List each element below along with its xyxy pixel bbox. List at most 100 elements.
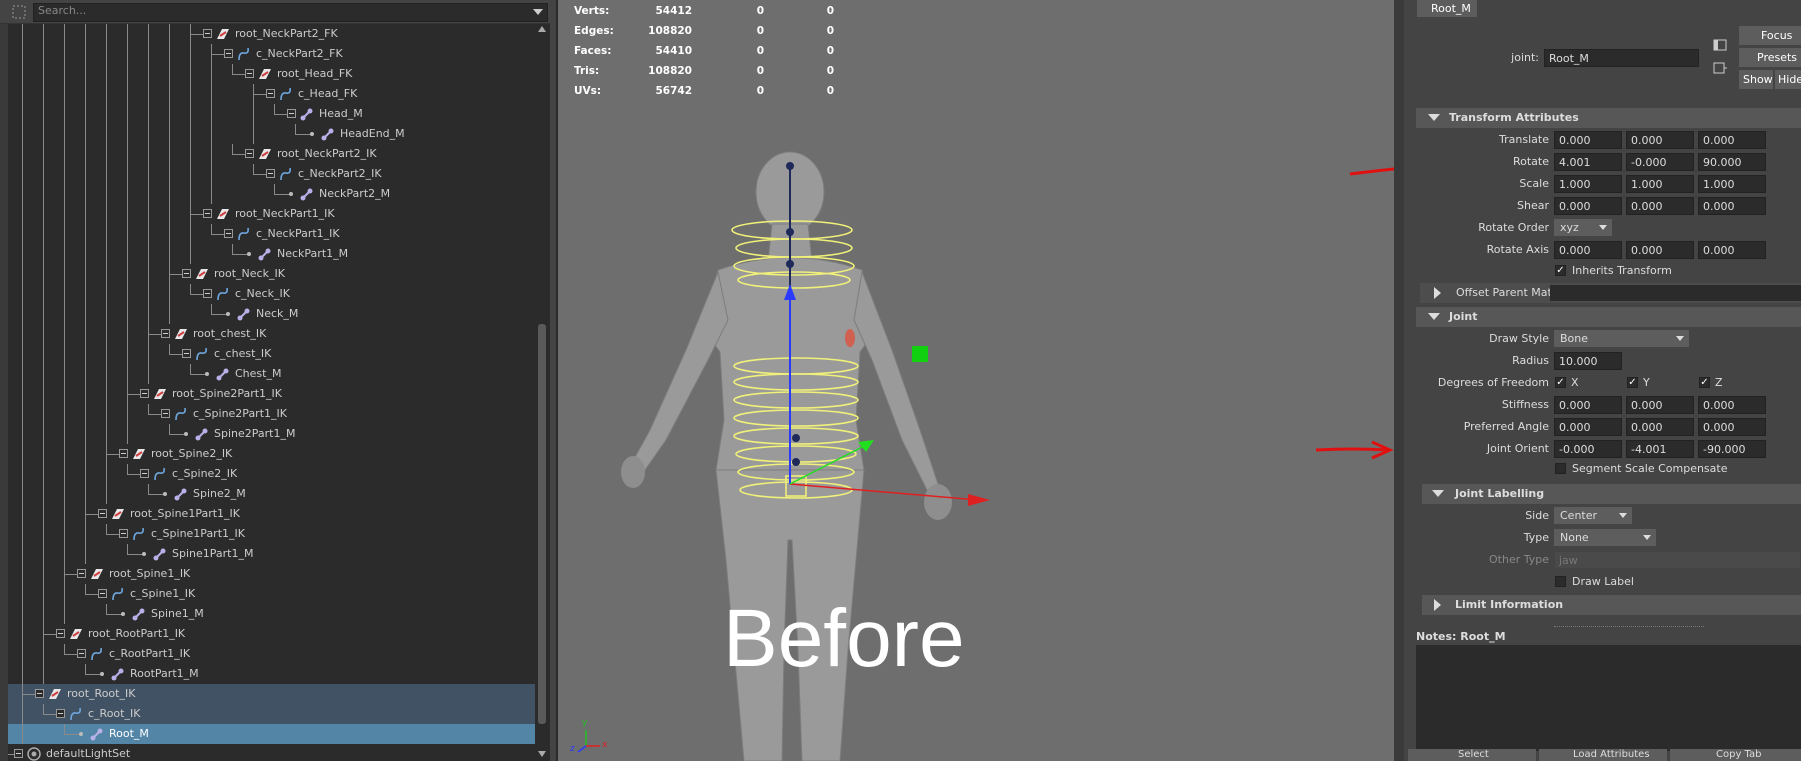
outliner-row[interactable]: Spine1Part1_M bbox=[8, 544, 535, 564]
outliner-row[interactable]: c_Neck_IK bbox=[8, 284, 535, 304]
filter-icon[interactable] bbox=[12, 5, 26, 19]
collapse-toggle-icon[interactable] bbox=[182, 269, 191, 278]
rotate-axis-x-field[interactable]: 0.000 bbox=[1554, 241, 1622, 259]
output-connection-icon[interactable] bbox=[1712, 61, 1728, 75]
preferred-angle-y-field[interactable]: 0.000 bbox=[1626, 418, 1694, 436]
outliner-row[interactable]: root_Spine1_IK bbox=[8, 564, 535, 584]
outliner-row[interactable]: Neck_M bbox=[8, 304, 535, 324]
stiffness-y-field[interactable]: 0.000 bbox=[1626, 396, 1694, 414]
section-transform-attributes[interactable]: Transform Attributes bbox=[1416, 108, 1801, 128]
joint-orient-z-field[interactable]: -90.000 bbox=[1698, 440, 1766, 458]
notes-textarea[interactable] bbox=[1416, 645, 1801, 751]
rotate-y-field[interactable]: -0.000 bbox=[1626, 153, 1694, 171]
search-input[interactable]: Search... bbox=[33, 3, 548, 22]
collapse-toggle-icon[interactable] bbox=[56, 629, 65, 638]
presets-button[interactable]: Presets bbox=[1739, 48, 1801, 67]
outliner-row[interactable]: Spine2_M bbox=[8, 484, 535, 504]
node-name-field[interactable]: Root_M bbox=[1544, 49, 1699, 67]
outliner-row[interactable]: root_Spine2_IK bbox=[8, 444, 535, 464]
outliner-row[interactable]: Spine2Part1_M bbox=[8, 424, 535, 444]
collapse-toggle-icon[interactable] bbox=[77, 569, 86, 578]
collapse-toggle-icon[interactable] bbox=[56, 709, 65, 718]
shear-z-field[interactable]: 0.000 bbox=[1698, 197, 1766, 215]
segment-scale-checkbox[interactable] bbox=[1555, 463, 1566, 474]
section-joint[interactable]: Joint bbox=[1416, 307, 1801, 327]
copy-tab-button[interactable]: Copy Tab bbox=[1670, 749, 1801, 761]
outliner-row[interactable]: root_NeckPart2_FK bbox=[8, 24, 535, 44]
outliner-row[interactable]: Root_M bbox=[8, 724, 535, 744]
collapse-toggle-icon[interactable] bbox=[203, 29, 212, 38]
collapse-toggle-icon[interactable] bbox=[140, 469, 149, 478]
outliner-row[interactable]: c_NeckPart1_IK bbox=[8, 224, 535, 244]
outliner-row[interactable]: Head_M bbox=[8, 104, 535, 124]
side-dropdown[interactable]: Center bbox=[1554, 507, 1632, 524]
inherits-transform-checkbox[interactable]: ✓ bbox=[1555, 265, 1566, 276]
rotate-axis-z-field[interactable]: 0.000 bbox=[1698, 241, 1766, 259]
show-button[interactable]: Show bbox=[1739, 70, 1773, 89]
radius-field[interactable]: 10.000 bbox=[1554, 352, 1622, 370]
outliner-row[interactable]: defaultLightSet bbox=[8, 744, 535, 761]
hide-button[interactable]: Hide bbox=[1775, 70, 1801, 89]
translate-y-field[interactable]: 0.000 bbox=[1626, 131, 1694, 149]
shear-y-field[interactable]: 0.000 bbox=[1626, 197, 1694, 215]
scroll-down-icon[interactable] bbox=[538, 751, 546, 757]
outliner-row[interactable]: root_RootPart1_IK bbox=[8, 624, 535, 644]
collapse-toggle-icon[interactable] bbox=[77, 649, 86, 658]
collapse-toggle-icon[interactable] bbox=[224, 229, 233, 238]
rotate-x-field[interactable]: 4.001 bbox=[1554, 153, 1622, 171]
outliner-row[interactable]: c_NeckPart2_IK bbox=[8, 164, 535, 184]
dof-z-checkbox[interactable]: ✓ bbox=[1699, 377, 1710, 388]
collapse-toggle-icon[interactable] bbox=[203, 209, 212, 218]
collapse-toggle-icon[interactable] bbox=[287, 109, 296, 118]
translate-x-field[interactable]: 0.000 bbox=[1554, 131, 1622, 149]
stiffness-x-field[interactable]: 0.000 bbox=[1554, 396, 1622, 414]
preferred-angle-x-field[interactable]: 0.000 bbox=[1554, 418, 1622, 436]
scale-x-field[interactable]: 1.000 bbox=[1554, 175, 1622, 193]
collapse-toggle-icon[interactable] bbox=[245, 69, 254, 78]
outliner-row[interactable]: c_Head_FK bbox=[8, 84, 535, 104]
shear-x-field[interactable]: 0.000 bbox=[1554, 197, 1622, 215]
rotate-order-dropdown[interactable]: xyz bbox=[1554, 219, 1612, 236]
outliner-row[interactable]: root_chest_IK bbox=[8, 324, 535, 344]
collapse-toggle-icon[interactable] bbox=[161, 329, 170, 338]
joint-orient-x-field[interactable]: -0.000 bbox=[1554, 440, 1622, 458]
outliner-row[interactable]: root_Root_IK bbox=[8, 684, 535, 704]
collapse-toggle-icon[interactable] bbox=[161, 409, 170, 418]
outliner-row[interactable]: NeckPart1_M bbox=[8, 244, 535, 264]
select-button[interactable]: Select bbox=[1408, 749, 1536, 761]
section-limit-information[interactable]: Limit Information bbox=[1422, 595, 1801, 615]
scrollbar-thumb[interactable] bbox=[538, 324, 546, 724]
collapse-toggle-icon[interactable] bbox=[119, 529, 128, 538]
collapse-toggle-icon[interactable] bbox=[203, 289, 212, 298]
focus-node-icon[interactable] bbox=[1712, 38, 1728, 52]
outliner-row[interactable]: c_Root_IK bbox=[8, 704, 535, 724]
collapse-toggle-icon[interactable] bbox=[98, 509, 107, 518]
collapse-toggle-icon[interactable] bbox=[182, 349, 191, 358]
viewport-panel[interactable]: Verts: 54412 0 0 Edges: 108820 0 0 Faces: 54410 0 0… bbox=[556, 0, 1394, 761]
rotate-axis-y-field[interactable]: 0.000 bbox=[1626, 241, 1694, 259]
outliner-row[interactable]: root_Neck_IK bbox=[8, 264, 535, 284]
outliner-row[interactable]: c_chest_IK bbox=[8, 344, 535, 364]
translate-z-field[interactable]: 0.000 bbox=[1698, 131, 1766, 149]
outliner-scrollbar[interactable] bbox=[535, 24, 549, 761]
outliner-row[interactable]: root_Spine2Part1_IK bbox=[8, 384, 535, 404]
outliner-row[interactable]: root_Head_FK bbox=[8, 64, 535, 84]
outliner-row[interactable]: HeadEnd_M bbox=[8, 124, 535, 144]
scroll-up-icon[interactable] bbox=[538, 26, 546, 32]
collapse-toggle-icon[interactable] bbox=[245, 149, 254, 158]
collapse-toggle-icon[interactable] bbox=[266, 89, 275, 98]
tab-root-m[interactable]: Root_M bbox=[1417, 0, 1477, 17]
outliner-row[interactable]: c_RootPart1_IK bbox=[8, 644, 535, 664]
search-dropdown-icon[interactable] bbox=[533, 9, 543, 16]
outliner-row[interactable]: c_Spine1Part1_IK bbox=[8, 524, 535, 544]
collapse-toggle-icon[interactable] bbox=[119, 449, 128, 458]
collapse-toggle-icon[interactable] bbox=[266, 169, 275, 178]
notes-divider[interactable] bbox=[1554, 626, 1704, 627]
scale-y-field[interactable]: 1.000 bbox=[1626, 175, 1694, 193]
rotate-z-field[interactable]: 90.000 bbox=[1698, 153, 1766, 171]
collapse-toggle-icon[interactable] bbox=[35, 689, 44, 698]
outliner-row[interactable]: root_NeckPart2_IK bbox=[8, 144, 535, 164]
outliner-row[interactable]: root_NeckPart1_IK bbox=[8, 204, 535, 224]
dof-x-checkbox[interactable]: ✓ bbox=[1555, 377, 1566, 388]
outliner-row[interactable]: c_NeckPart2_FK bbox=[8, 44, 535, 64]
